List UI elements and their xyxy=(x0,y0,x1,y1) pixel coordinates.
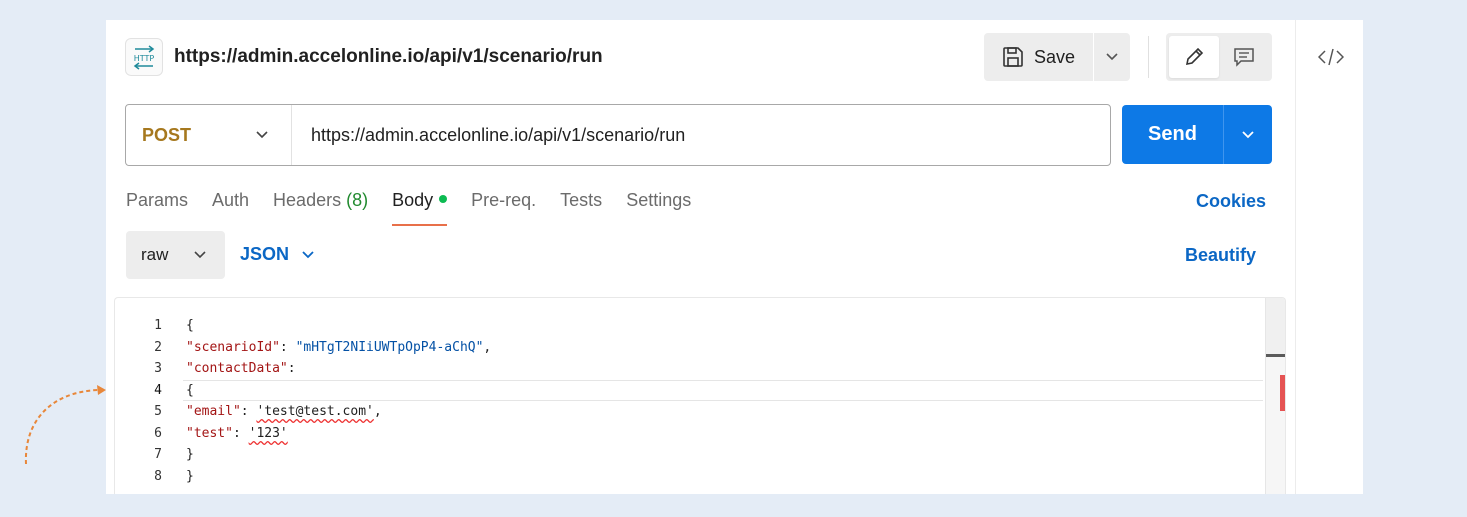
body-language-label: JSON xyxy=(240,244,290,264)
code-text: "scenarioId": "mHTgT2NIiUWTpOpP4-aChQ", xyxy=(186,340,491,355)
view-toggle xyxy=(1166,33,1272,81)
line-number: 7 xyxy=(154,447,162,462)
line-number: 4 xyxy=(154,383,162,398)
headers-count: (8) xyxy=(346,190,369,210)
url-bar: POST https://admin.accelonline.io/api/v1… xyxy=(125,104,1111,166)
tab-params[interactable]: Params xyxy=(126,190,188,226)
request-tabs: Params Auth Headers (8) Body Pre-req. Te… xyxy=(126,190,715,226)
edit-mode-button[interactable] xyxy=(1169,36,1219,78)
json-string: "mHTgT2NIiUWTpOpP4-aChQ" xyxy=(295,340,484,355)
tab-body[interactable]: Body xyxy=(392,190,448,226)
json-key: "contactData" xyxy=(186,361,288,376)
code-token: } xyxy=(186,469,194,484)
tab-label: Params xyxy=(126,190,189,210)
tab-label: Auth xyxy=(212,190,250,210)
method-select[interactable]: POST xyxy=(126,105,292,165)
code-text: "test": '123' xyxy=(186,426,288,441)
beautify-button[interactable]: Beautify xyxy=(1185,245,1256,266)
code-text: { xyxy=(186,383,194,398)
header-divider xyxy=(1148,36,1149,78)
editor-line: 7 } xyxy=(115,444,1265,465)
code-snippet-button[interactable] xyxy=(1316,44,1346,70)
code-token: { xyxy=(186,318,194,333)
send-button[interactable]: Send xyxy=(1122,105,1223,164)
line-number: 1 xyxy=(154,318,162,333)
code-text: "email": 'test@test.com', xyxy=(186,404,382,419)
save-button[interactable]: Save xyxy=(984,33,1093,81)
comments-button[interactable] xyxy=(1219,36,1269,78)
json-key: "email" xyxy=(186,404,241,419)
tab-tests[interactable]: Tests xyxy=(560,190,602,226)
json-key: "test" xyxy=(186,426,233,441)
line-number: 2 xyxy=(154,340,162,355)
tab-auth[interactable]: Auth xyxy=(212,190,249,226)
code-token: } xyxy=(186,447,194,462)
code-token: , xyxy=(483,340,492,355)
body-mode-label: raw xyxy=(141,245,169,264)
tab-prereq[interactable]: Pre-req. xyxy=(471,190,536,226)
code-token: : xyxy=(232,426,249,441)
cookies-link[interactable]: Cookies xyxy=(1196,191,1266,212)
editor-line: 3 "contactData": xyxy=(115,358,1265,379)
editor-scrollbar[interactable] xyxy=(1265,298,1285,494)
line-number: 5 xyxy=(154,404,162,419)
tab-label: Pre-req. xyxy=(471,190,537,210)
pencil-icon xyxy=(1185,47,1204,66)
send-button-group: Send xyxy=(1122,105,1272,164)
annotation-arrow-icon xyxy=(24,385,106,465)
url-input[interactable]: https://admin.accelonline.io/api/v1/scen… xyxy=(292,105,1110,165)
code-text: } xyxy=(186,469,194,484)
editor-line: 5 "email": 'test@test.com', xyxy=(115,401,1265,422)
editor-line: 8 } xyxy=(115,466,1265,487)
tab-settings[interactable]: Settings xyxy=(626,190,691,226)
save-button-group: Save xyxy=(984,33,1130,81)
tab-label: Body xyxy=(392,190,434,210)
code-token: : xyxy=(279,340,296,355)
chevron-down-icon xyxy=(1106,53,1118,61)
comment-icon xyxy=(1234,48,1254,67)
editor-line: 4 { xyxy=(115,380,1265,401)
code-token: , xyxy=(373,404,382,419)
line-number: 8 xyxy=(154,469,162,484)
cursor-marker xyxy=(1266,354,1285,357)
save-icon xyxy=(1003,47,1023,67)
code-editor[interactable]: 1 { 2 "scenarioId": "mHTgT2NIiUWTpOpP4-a… xyxy=(114,297,1286,494)
code-token: : xyxy=(240,404,257,419)
http-icon: HTTP xyxy=(125,38,163,76)
chevron-down-icon xyxy=(1242,130,1254,138)
body-language-select[interactable]: JSON xyxy=(240,244,315,265)
save-label: Save xyxy=(1034,46,1076,67)
code-token: : xyxy=(287,361,304,376)
right-sidebar xyxy=(1295,20,1363,494)
scrollbar-thumb[interactable] xyxy=(1266,298,1285,354)
line-number: 6 xyxy=(154,426,162,441)
request-title: https://admin.accelonline.io/api/v1/scen… xyxy=(174,46,603,67)
error-marker xyxy=(1280,375,1285,411)
line-number: 3 xyxy=(154,361,162,376)
code-text: } xyxy=(186,447,194,462)
json-invalid-string: '123' xyxy=(248,426,288,441)
body-mode-select[interactable]: raw xyxy=(126,231,225,279)
chevron-down-icon xyxy=(194,251,206,259)
send-options-button[interactable] xyxy=(1223,105,1272,164)
body-indicator-dot xyxy=(439,195,448,204)
tab-headers[interactable]: Headers (8) xyxy=(273,190,368,226)
code-icon xyxy=(1318,48,1344,66)
save-options-button[interactable] xyxy=(1093,33,1130,81)
method-label: POST xyxy=(142,124,192,145)
code-text: { xyxy=(186,318,194,333)
json-key: "scenarioId" xyxy=(186,340,280,355)
tab-label: Tests xyxy=(560,190,603,210)
json-invalid-string: 'test@test.com' xyxy=(256,404,374,419)
tab-label: Settings xyxy=(626,190,692,210)
editor-line: 6 "test": '123' xyxy=(115,423,1265,444)
editor-line: 1 { xyxy=(115,315,1265,336)
chevron-down-icon xyxy=(256,131,268,139)
code-token: { xyxy=(186,383,194,398)
http-icon-label: HTTP xyxy=(134,54,155,63)
editor-line: 2 "scenarioId": "mHTgT2NIiUWTpOpP4-aChQ"… xyxy=(115,337,1265,358)
code-text: "contactData": xyxy=(186,361,303,376)
tab-label: Headers xyxy=(273,190,342,210)
chevron-down-icon xyxy=(302,250,314,258)
